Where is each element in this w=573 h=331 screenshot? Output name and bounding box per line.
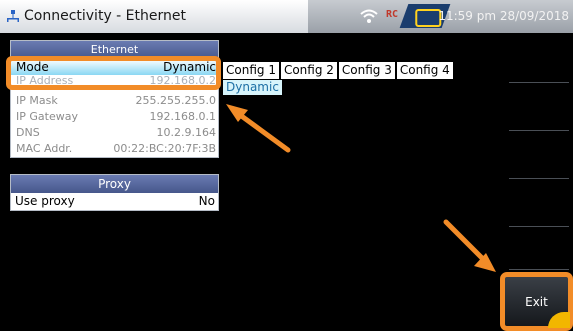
- arrow-to-exit: [443, 219, 489, 265]
- annotation-arrows: [226, 104, 496, 272]
- arrow-to-dynamic: [233, 109, 291, 153]
